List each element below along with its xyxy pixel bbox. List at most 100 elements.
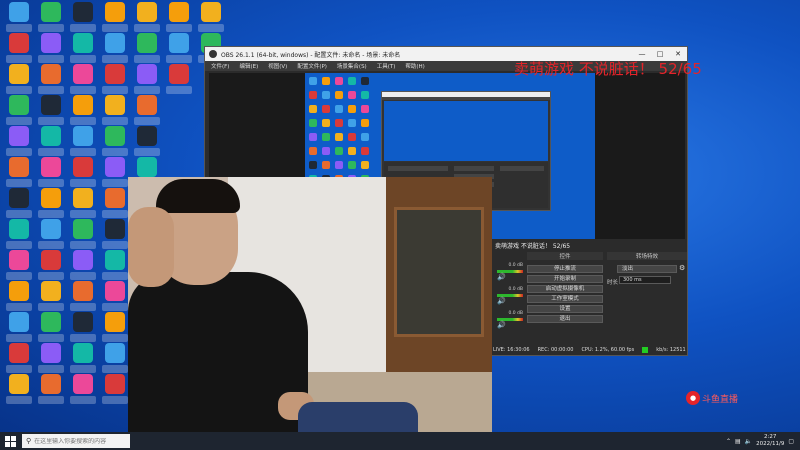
desktop-shortcut-icon[interactable] bbox=[100, 2, 130, 34]
desktop-shortcut-icon[interactable] bbox=[100, 188, 130, 220]
menu-help[interactable]: 帮助(H) bbox=[405, 62, 424, 70]
menu-profile[interactable]: 配置文件(P) bbox=[297, 62, 327, 70]
start-recording-button[interactable]: 开始录制 bbox=[527, 275, 603, 283]
start-virtual-camera-button[interactable]: 启动虚拟摄像机 bbox=[527, 285, 603, 293]
desktop-shortcut-icon[interactable] bbox=[100, 312, 130, 344]
desktop-shortcut-icon[interactable] bbox=[68, 374, 98, 406]
desktop-shortcut-icon[interactable] bbox=[68, 312, 98, 344]
desktop-shortcut-icon[interactable] bbox=[68, 188, 98, 220]
desktop-shortcut-icon[interactable] bbox=[4, 188, 34, 220]
stop-streaming-button[interactable]: 停止推流 bbox=[527, 265, 603, 273]
desktop-shortcut-icon[interactable] bbox=[100, 374, 130, 406]
desktop-shortcut-icon[interactable] bbox=[196, 2, 226, 34]
desktop-shortcut-icon[interactable] bbox=[4, 281, 34, 313]
clock[interactable]: 2:27 2022/11/9 bbox=[756, 434, 784, 448]
desktop-shortcut-icon[interactable] bbox=[132, 2, 162, 34]
desktop-shortcut-icon[interactable] bbox=[164, 64, 194, 96]
desktop-shortcut-icon[interactable] bbox=[4, 33, 34, 65]
desktop-shortcut-icon[interactable] bbox=[36, 281, 66, 313]
webcam-feed bbox=[128, 177, 492, 432]
desktop-shortcut-icon[interactable] bbox=[36, 219, 66, 251]
chevron-up-icon[interactable]: ⌃ bbox=[726, 438, 731, 445]
notification-icon[interactable]: ▢ bbox=[788, 438, 794, 445]
maximize-icon[interactable]: □ bbox=[651, 50, 669, 58]
volume-icon[interactable]: 🔈 bbox=[745, 438, 752, 445]
desktop-shortcut-icon[interactable] bbox=[4, 312, 34, 344]
start-button[interactable] bbox=[0, 432, 20, 450]
desktop-shortcut-icon[interactable] bbox=[100, 64, 130, 96]
desktop-shortcut-icon[interactable] bbox=[4, 219, 34, 251]
speaker-icon[interactable]: 🔊 bbox=[497, 273, 506, 281]
exit-button[interactable]: 退出 bbox=[527, 315, 603, 323]
gear-icon[interactable]: ⚙ bbox=[679, 264, 685, 272]
desktop-shortcut-icon[interactable] bbox=[4, 250, 34, 282]
icon-caption bbox=[102, 86, 128, 94]
desktop-shortcut-icon[interactable] bbox=[100, 126, 130, 158]
desktop-shortcut-icon[interactable] bbox=[4, 2, 34, 34]
desktop-shortcut-icon[interactable] bbox=[68, 95, 98, 127]
desktop-shortcut-icon[interactable] bbox=[68, 219, 98, 251]
desktop-shortcut-icon[interactable] bbox=[100, 219, 130, 251]
desktop-shortcut-icon[interactable] bbox=[100, 343, 130, 375]
desktop-shortcut-icon[interactable] bbox=[68, 343, 98, 375]
nested-app-icon bbox=[348, 161, 356, 169]
desktop-shortcut-icon[interactable] bbox=[4, 157, 34, 189]
desktop-shortcut-icon[interactable] bbox=[36, 33, 66, 65]
network-icon[interactable]: ▤ bbox=[735, 438, 741, 445]
desktop-shortcut-icon[interactable] bbox=[68, 126, 98, 158]
desktop-shortcut-icon[interactable] bbox=[132, 95, 162, 127]
desktop-shortcut-icon[interactable] bbox=[36, 250, 66, 282]
desktop-shortcut-icon[interactable] bbox=[36, 343, 66, 375]
app-icon bbox=[169, 2, 189, 22]
desktop-shortcut-icon[interactable] bbox=[4, 126, 34, 158]
desktop-shortcut-icon[interactable] bbox=[4, 374, 34, 406]
desktop-shortcut-icon[interactable] bbox=[36, 188, 66, 220]
desktop-shortcut-icon[interactable] bbox=[36, 374, 66, 406]
desktop-shortcut-icon[interactable] bbox=[36, 126, 66, 158]
duration-input[interactable]: 300 ms bbox=[619, 276, 671, 284]
icon-caption bbox=[38, 148, 64, 156]
desktop-shortcut-icon[interactable] bbox=[36, 95, 66, 127]
desktop-shortcut-icon[interactable] bbox=[68, 64, 98, 96]
minimize-icon[interactable]: — bbox=[633, 50, 651, 58]
desktop-shortcut-icon[interactable] bbox=[164, 2, 194, 34]
menu-tools[interactable]: 工具(T) bbox=[377, 62, 396, 70]
desktop-shortcut-icon[interactable] bbox=[100, 157, 130, 189]
desktop-shortcut-icon[interactable] bbox=[100, 250, 130, 282]
icon-caption bbox=[70, 396, 96, 404]
desktop-shortcut-icon[interactable] bbox=[100, 33, 130, 65]
speaker-icon[interactable]: 🔊 bbox=[497, 297, 506, 305]
taskbar-search[interactable]: ⚲ bbox=[22, 434, 130, 448]
desktop-shortcut-icon[interactable] bbox=[164, 33, 194, 65]
menu-file[interactable]: 文件(F) bbox=[211, 62, 229, 70]
desktop-shortcut-icon[interactable] bbox=[100, 95, 130, 127]
search-input[interactable] bbox=[34, 437, 125, 445]
icon-caption bbox=[70, 24, 96, 32]
desktop-shortcut-icon[interactable] bbox=[4, 64, 34, 96]
transition-type-select[interactable]: 淡出 bbox=[617, 265, 677, 273]
desktop-shortcut-icon[interactable] bbox=[36, 2, 66, 34]
speaker-icon[interactable]: 🔊 bbox=[497, 321, 506, 329]
desktop-shortcut-icon[interactable] bbox=[4, 95, 34, 127]
desktop-shortcut-icon[interactable] bbox=[132, 33, 162, 65]
desktop-shortcut-icon[interactable] bbox=[68, 157, 98, 189]
icon-caption bbox=[70, 334, 96, 342]
desktop-shortcut-icon[interactable] bbox=[4, 343, 34, 375]
desktop-shortcut-icon[interactable] bbox=[36, 157, 66, 189]
desktop-shortcut-icon[interactable] bbox=[68, 250, 98, 282]
desktop-shortcut-icon[interactable] bbox=[68, 33, 98, 65]
clock-time: 2:27 bbox=[764, 434, 777, 440]
desktop-shortcut-icon[interactable] bbox=[68, 2, 98, 34]
studio-mode-button[interactable]: 工作室模式 bbox=[527, 295, 603, 303]
desktop-shortcut-icon[interactable] bbox=[36, 312, 66, 344]
menu-edit[interactable]: 编辑(E) bbox=[239, 62, 258, 70]
desktop-shortcut-icon[interactable] bbox=[100, 281, 130, 313]
menu-scene-collection[interactable]: 场景集合(S) bbox=[337, 62, 367, 70]
desktop-shortcut-icon[interactable] bbox=[132, 64, 162, 96]
close-icon[interactable]: ✕ bbox=[669, 50, 687, 58]
menu-view[interactable]: 视图(V) bbox=[268, 62, 287, 70]
desktop-shortcut-icon[interactable] bbox=[68, 281, 98, 313]
desktop-shortcut-icon[interactable] bbox=[132, 126, 162, 158]
desktop-shortcut-icon[interactable] bbox=[36, 64, 66, 96]
settings-button[interactable]: 设置 bbox=[527, 305, 603, 313]
